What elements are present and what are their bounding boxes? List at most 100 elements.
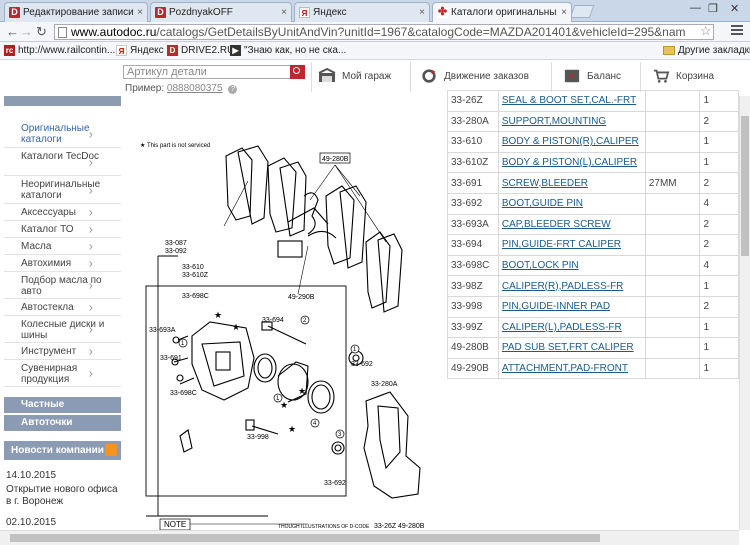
tab-pozdnyakoff[interactable]: D PozdnyakOFF × [150, 2, 292, 22]
forward-icon[interactable]: → [20, 24, 33, 39]
callout-33-610z[interactable]: 33-610Z [182, 272, 209, 279]
sidebar-item-tools[interactable]: Инструмент [4, 343, 121, 360]
sidebar-item-autochemistry[interactable]: Автохимия [4, 255, 121, 272]
vertical-scrollbar[interactable] [739, 96, 750, 530]
new-tab-button[interactable] [569, 5, 595, 18]
callout-33-698c-lower[interactable]: 33-698C [170, 390, 197, 397]
svg-text:★: ★ [288, 424, 296, 434]
part-name-link[interactable]: CALIPER(L),PADLESS-FR [497, 316, 646, 339]
tab-edit-post[interactable]: D Редактирование записи × [4, 2, 148, 22]
callout-33-698c[interactable]: 33-698C [182, 293, 209, 300]
article-search-input[interactable]: Артикул детали [123, 65, 291, 79]
rss-icon[interactable] [105, 444, 117, 456]
part-name-link[interactable]: BOOT,GUIDE PIN [497, 192, 646, 215]
bookmark-star-icon[interactable]: ☆ [700, 23, 712, 39]
minimize-icon[interactable]: — [690, 2, 701, 14]
not-serviced-note: ★ This part is not serviced [140, 142, 210, 149]
cart-link[interactable]: Корзина [652, 68, 714, 84]
part-code-cell: 33-698C [447, 254, 499, 277]
part-name-link[interactable]: PAD SUB SET,FRT CALIPER [497, 337, 646, 359]
part-note-cell [644, 254, 701, 277]
part-name-link[interactable]: BOOT,LOCK PIN [497, 254, 646, 277]
callout-49-280b[interactable]: 49-280B [322, 156, 349, 163]
part-name-link[interactable]: ATTACHMENT,PAD-FRONT [497, 357, 646, 380]
example-article-link[interactable]: 0888080375 [167, 83, 223, 94]
table-row: 49-290B ATTACHMENT,PAD-FRONT 1 [447, 357, 739, 380]
callout-49-280b-bottom[interactable]: 49-280B [398, 523, 425, 530]
balance-link[interactable]: P Баланс [563, 68, 621, 84]
part-name-link[interactable]: CAP,BLEEDER SCREW [497, 213, 646, 236]
sidebar-item-souvenirs[interactable]: Сувенирная продукция [4, 360, 121, 387]
news-date: 14.10.2015 [6, 470, 57, 481]
browser-toolbar: ← → ↻ www.autodoc.ru/catalogs/GetDetails… [0, 22, 750, 42]
part-name-link[interactable]: PIN,GUIDE-FRT CALIPER [497, 234, 646, 256]
part-name-link[interactable]: BODY & PISTON(R),CALIPER [497, 131, 646, 153]
my-garage-link[interactable]: Мой гараж [318, 68, 391, 84]
part-qty-cell: 2 [699, 110, 739, 133]
callout-33-26z[interactable]: 33-26Z [374, 523, 397, 530]
callout-33-692-lower[interactable]: 33-692 [324, 480, 346, 487]
part-name-link[interactable]: BODY & PISTON(L),CALIPER [497, 151, 646, 174]
autopoints-button[interactable]: Автоточки [4, 415, 121, 431]
orders-link[interactable]: Движение заказов [420, 68, 529, 84]
callout-33-998[interactable]: 33-998 [247, 434, 269, 441]
note-label: NOTE [164, 520, 186, 529]
news-item-link[interactable]: Открытие нового офиса в г. Воронеж [6, 484, 122, 508]
table-row: 33-698C BOOT,LOCK PIN 4 [447, 254, 739, 277]
svg-text:★: ★ [214, 310, 222, 320]
close-tab-icon[interactable]: × [419, 7, 425, 18]
callout-33-694[interactable]: 33-694 [262, 317, 284, 324]
close-tab-icon[interactable]: × [281, 7, 287, 18]
sidebar-item-non-original[interactable]: Неоригинальные каталоги [4, 176, 121, 204]
part-code-cell: 33-692 [447, 192, 499, 215]
callout-33-092[interactable]: 33-092 [165, 248, 187, 255]
part-qty-cell: 1 [699, 357, 739, 380]
sidebar-item-to-catalog[interactable]: Каталог ТО [4, 221, 121, 238]
horizontal-scrollbar[interactable] [0, 530, 739, 545]
callout-49-290b[interactable]: 49-290B [288, 294, 315, 301]
tab-catalogs[interactable]: ✤ Каталоги оригинальных за × [432, 2, 572, 22]
reload-icon[interactable]: ↻ [36, 24, 47, 40]
sidebar-item-accessories[interactable]: Аксессуары [4, 204, 121, 221]
callout-33-693a[interactable]: 33-693A [149, 327, 176, 334]
sidebar-item-tecdoc[interactable]: Каталоги TecDoc [4, 148, 121, 176]
bookmark-drive2[interactable]: D DRIVE2.RU [167, 45, 234, 56]
sidebar-item-oils[interactable]: Масла [4, 238, 121, 255]
horizontal-scroll-thumb[interactable] [10, 534, 600, 542]
bookmark-video[interactable]: ▶ "Знаю как, но не ска... [230, 45, 346, 56]
bookmark-yandex[interactable]: Я Яндекс [116, 45, 164, 56]
callout-33-610[interactable]: 33-610 [182, 264, 204, 271]
parts-diagram[interactable]: ★ This part is not serviced 49-280B 33-0… [128, 96, 446, 531]
bookmark-railcontinent[interactable]: rc http://www.railcontin... [4, 45, 115, 56]
sidebar-item-oil-selection[interactable]: Подбор масла по авто [4, 272, 121, 299]
address-host: www.autodoc.ru [71, 25, 157, 39]
part-qty-cell: 1 [699, 131, 739, 153]
sidebar-item-original-catalogs[interactable]: Оригинальные каталоги [4, 120, 121, 148]
callout-33-087[interactable]: 33-087 [165, 240, 187, 247]
vertical-scroll-thumb[interactable] [741, 116, 749, 256]
sidebar-item-auto-glass[interactable]: Автостекла [4, 299, 121, 316]
part-name-link[interactable]: PIN,GUIDE-INNER PAD [497, 295, 646, 318]
part-qty-cell: 2 [699, 172, 739, 194]
part-name-link[interactable]: CALIPER(R),PADLESS-FR [497, 275, 646, 297]
callout-33-280a[interactable]: 33-280A [371, 381, 398, 388]
bookmark-other-folder[interactable]: Другие закладки [663, 45, 750, 56]
close-window-icon[interactable]: ✕ [730, 2, 739, 15]
private-ads-button[interactable]: Частные объявления [4, 397, 121, 426]
address-bar[interactable]: www.autodoc.ru/catalogs/GetDetailsByUnit… [54, 24, 714, 40]
part-name-link[interactable]: SEAL & BOOT SET,CAL.-FRT [497, 90, 646, 112]
tab-yandex[interactable]: Я Яндекс × [294, 2, 430, 22]
part-name-link[interactable]: SCREW,BLEEDER [497, 172, 646, 194]
company-news-header[interactable]: Новости компании [4, 441, 121, 460]
part-name-link[interactable]: SUPPORT,MOUNTING [497, 110, 646, 133]
search-button[interactable] [290, 65, 305, 79]
menu-icon[interactable] [731, 25, 743, 37]
help-icon[interactable]: ? [228, 85, 238, 94]
part-code-cell: 33-691 [447, 172, 499, 194]
refresh-orders-icon [422, 69, 436, 83]
close-tab-icon[interactable]: × [561, 7, 567, 18]
back-icon[interactable]: ← [6, 24, 19, 39]
close-tab-icon[interactable]: × [137, 7, 143, 18]
maximize-icon[interactable]: ❐ [708, 2, 718, 15]
sidebar-item-wheels-tires[interactable]: Колесные диски и шины [4, 316, 121, 343]
